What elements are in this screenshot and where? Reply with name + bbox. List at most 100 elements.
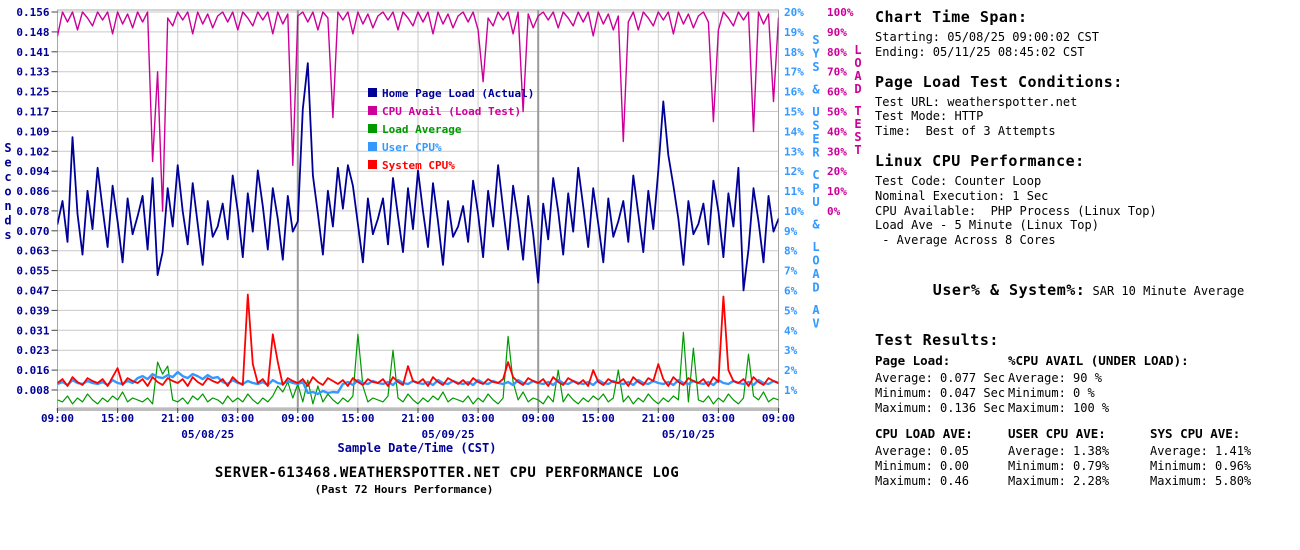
axis-tick-label: d: [4, 214, 11, 228]
axis-tick-label: V: [812, 317, 819, 331]
axis-tick-label: 0.078: [16, 205, 49, 218]
axis-tick-label: n: [4, 199, 11, 213]
axis-tick-label: 09:00: [762, 412, 795, 425]
section-heading: User% & System%:: [932, 280, 1086, 299]
axis-tick-label: 0.117: [16, 105, 49, 118]
axis-tick-label: 19%: [784, 26, 804, 39]
axis-tick-label: 0.125: [16, 86, 49, 99]
axis-tick-label: 0.055: [16, 265, 49, 278]
axis-tick-label: &: [812, 83, 820, 97]
info-line: Test Mode: HTTP: [875, 109, 984, 124]
results-row-2: CPU LOAD AVE: Average: 0.05 Minimum: 0.0…: [875, 426, 1297, 489]
axis-tick-label: 70%: [827, 66, 847, 79]
section-heading: Chart Time Span:: [875, 8, 1028, 26]
axis-tick-label: 21:00: [401, 412, 434, 425]
axis-tick-label: 100%: [827, 6, 854, 19]
result-group-page-load: Page Load: Average: 0.077 Sec Minimum: 0…: [875, 353, 1008, 416]
axis-tick-label: E: [812, 132, 819, 146]
axis-tick-label: 10%: [784, 205, 804, 218]
result-line: Average: 0.077 Sec: [875, 370, 1006, 385]
axis-tick-label: O: [854, 56, 861, 70]
axis-tick-label: 90%: [827, 26, 847, 39]
axis-tick-label: 0.070: [16, 225, 49, 238]
axis-tick-label: 09:00: [281, 412, 314, 425]
axis-tick-label: 9%: [784, 225, 798, 238]
axis-tick-label: 3%: [784, 344, 798, 357]
axis-tick-label: 21:00: [642, 412, 675, 425]
axis-tick-label: 0.094: [16, 165, 49, 178]
axis-tick-label: 2%: [784, 364, 798, 377]
legend-label-user-cpu: User CPU%: [382, 141, 442, 154]
result-group-cpu-load-ave: CPU LOAD AVE: Average: 0.05 Minimum: 0.0…: [875, 426, 1008, 489]
axis-tick-label: 05/10/25: [662, 428, 715, 441]
result-line: Average: 1.41%: [1150, 443, 1252, 458]
axis-tick-label: C: [812, 168, 819, 182]
axis-tick-label: 0.063: [16, 245, 49, 258]
axis-tick-label: 18%: [784, 46, 804, 59]
axis-tick-label: 20%: [784, 6, 804, 19]
axis-tick-label: E: [854, 117, 861, 131]
axis-tick-label: 14%: [784, 125, 804, 138]
info-line: Time: Best of 3 Attempts: [875, 124, 1056, 139]
axis-tick-label: 16%: [784, 86, 804, 99]
axis-tick-label: &: [812, 218, 820, 232]
legend-label-home-page-load: Home Page Load (Actual): [382, 87, 534, 100]
axis-tick-label: A: [812, 303, 820, 317]
legend-swatch-cpu-avail: [368, 106, 377, 115]
section-user-system-pct: User% & System%: SAR 10 Minute Average: [875, 261, 1297, 318]
axis-tick-label: 80%: [827, 46, 847, 59]
axis-tick-label: 0.047: [16, 285, 49, 298]
result-line: Average: 1.38%: [1008, 443, 1110, 458]
result-line: Minimum: 0.047 Sec: [875, 385, 1006, 400]
section-chart-time-span: Chart Time Span: Starting: 05/08/25 09:0…: [875, 8, 1297, 60]
axis-tick-label: U: [812, 105, 819, 119]
axis-tick-label: O: [812, 254, 819, 268]
info-line: Load Ave - 5 Minute (Linux Top): [875, 218, 1099, 233]
axis-tick-label: 13%: [784, 145, 804, 158]
axis-tick-label: 0.156: [16, 6, 49, 19]
legend-label-load-average: Load Average: [382, 123, 462, 136]
result-group-sys-cpu-ave: SYS CPU AVE: Average: 1.41% Minimum: 0.9…: [1150, 426, 1297, 489]
section-page-load-test-conditions: Page Load Test Conditions: Test URL: wea…: [875, 73, 1297, 139]
axis-tick-label: 5%: [784, 304, 798, 317]
axis-tick-label: 09:00: [522, 412, 555, 425]
result-group-cpu-avail: %CPU AVAIL (UNDER LOAD): Average: 90 % M…: [1008, 353, 1297, 416]
legend-swatch-user-cpu: [368, 142, 377, 151]
section-heading: Test Results:: [875, 330, 999, 349]
axis-tick-label: e: [4, 156, 11, 170]
axis-tick-label: T: [854, 143, 861, 157]
axis-tick-label: A: [854, 69, 862, 83]
axis-tick-label: 03:00: [221, 412, 254, 425]
axis-tick-label: 10%: [827, 185, 847, 198]
results-row-1: Page Load: Average: 0.077 Sec Minimum: 0…: [875, 353, 1297, 416]
info-line: CPU Available: PHP Process (Linux Top): [875, 203, 1157, 218]
cpu-performance-log-page: Sample Date/Time (CST) SERVER-613468.WEA…: [0, 0, 1300, 550]
axis-tick-label: 15%: [784, 105, 804, 118]
axis-tick-label: 50%: [827, 105, 847, 118]
axis-tick-label: 15:00: [582, 412, 615, 425]
result-line: Minimum: 0 %: [1008, 385, 1095, 400]
axis-tick-label: R: [812, 146, 820, 160]
axis-tick-label: 21:00: [161, 412, 194, 425]
axis-tick-label: 7%: [784, 265, 798, 278]
axis-tick-label: 05/08/25: [181, 428, 234, 441]
section-linux-cpu-performance: Linux CPU Performance: Test Code: Counte…: [875, 152, 1297, 248]
axis-tick-label: 15:00: [341, 412, 374, 425]
result-line: Maximum: 0.136 Sec: [875, 400, 1006, 415]
result-line: Maximum: 0.46: [875, 473, 969, 488]
axis-tick-label: D: [854, 82, 861, 96]
axis-tick-label: 1%: [784, 384, 798, 397]
info-line: Test URL: weatherspotter.net: [875, 94, 1078, 109]
performance-chart: Sample Date/Time (CST) SERVER-613468.WEA…: [4, 6, 862, 496]
x-axis-title: Sample Date/Time (CST): [338, 441, 497, 455]
axis-tick-label: 40%: [827, 125, 847, 138]
result-line: Minimum: 0.96%: [1150, 458, 1252, 473]
result-group-title: SYS CPU AVE:: [1150, 425, 1241, 441]
axis-tick-label: 0.133: [16, 66, 49, 79]
axis-tick-label: L: [854, 43, 861, 57]
legend: Home Page Load (Actual) CPU Avail (Load T…: [368, 87, 534, 172]
section-heading: Page Load Test Conditions:: [875, 72, 1123, 91]
axis-tick-label: 30%: [827, 145, 847, 158]
info-line: - Average Across 8 Cores: [875, 233, 1056, 248]
result-line: Average: 90 %: [1008, 370, 1102, 385]
